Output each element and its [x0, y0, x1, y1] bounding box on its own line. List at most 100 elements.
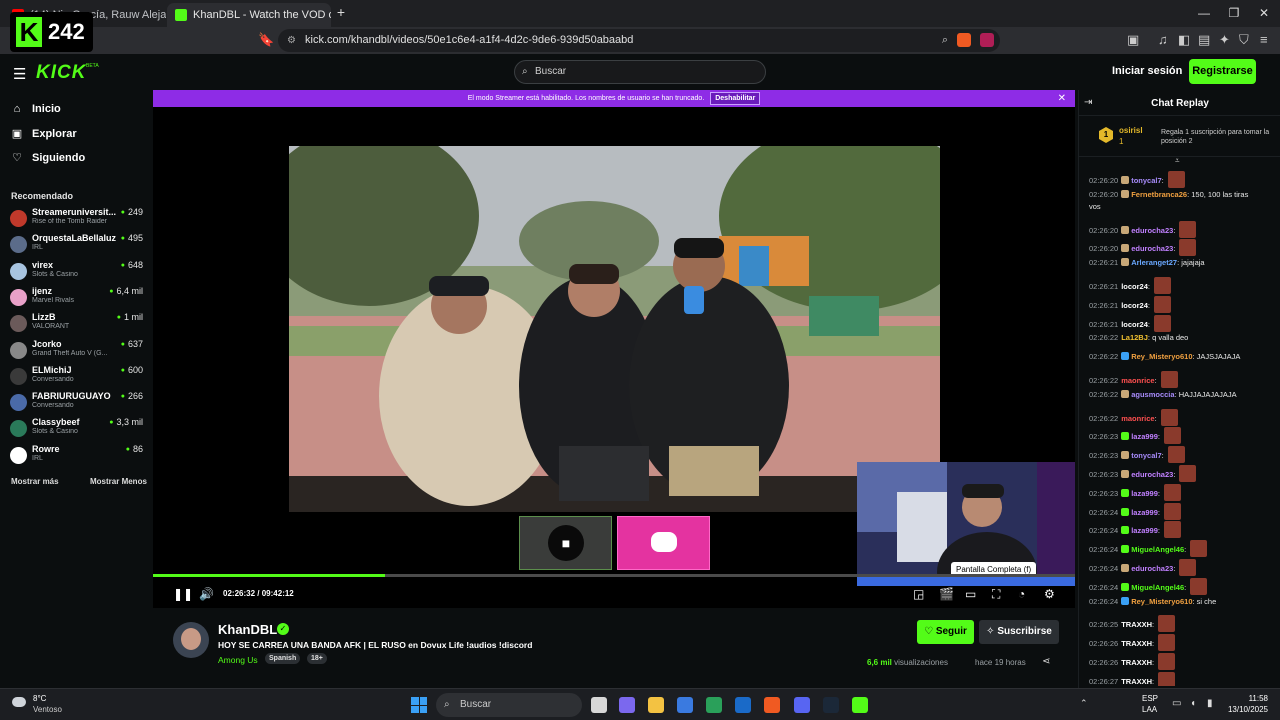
sidebar-channel[interactable]: FABRIURUGUAYOConversando 266 [10, 391, 147, 417]
pinned-text[interactable]: Regala 1 suscripción para tomar la posic… [1161, 128, 1273, 146]
message-username[interactable]: La12BJ [1121, 333, 1148, 342]
message-username[interactable]: laza999 [1131, 526, 1158, 535]
bookmark-icon[interactable]: 🔖 [258, 32, 274, 48]
theater-mode-icon[interactable]: ▭ [965, 587, 976, 601]
sidebar-item-explorar[interactable]: ▣ Explorar [11, 127, 77, 141]
volume-icon[interactable]: 🔊 [199, 587, 214, 601]
chat-message[interactable]: 02:26:24 MiguelAngel46: [1089, 540, 1277, 558]
copilot-icon[interactable] [619, 697, 635, 713]
message-username[interactable]: Rey_Misteryo610 [1131, 352, 1192, 361]
windows-start-icon[interactable] [411, 697, 427, 713]
vpn-icon[interactable]: ⛉ [1239, 32, 1249, 48]
login-button[interactable]: Iniciar sesión [1112, 65, 1182, 77]
brave-browser-icon[interactable] [764, 697, 780, 713]
weather-desc[interactable]: Ventoso [33, 705, 62, 714]
file-explorer-icon[interactable] [648, 697, 664, 713]
close-banner-icon[interactable]: ✕ [1058, 90, 1066, 107]
restore-icon[interactable]: ❐ [1224, 6, 1244, 20]
playback-speed-icon[interactable]: ◔ [1018, 587, 1025, 601]
weather-temp[interactable]: 8°C [33, 694, 46, 703]
chat-message[interactable]: 02:26:23 tonycal7: [1089, 446, 1277, 464]
chat-message[interactable]: 02:26:22 maonrice: [1089, 408, 1277, 426]
sidebar-channel[interactable]: ClassybeefSlots & Casino 3,3 mil [10, 417, 147, 443]
screenshot-icon[interactable]: ▣ [1127, 32, 1139, 48]
message-username[interactable]: laza999 [1131, 432, 1158, 441]
chat-message[interactable]: 02:26:21 locor24: [1089, 295, 1277, 313]
clock[interactable]: 11:58 [1226, 694, 1268, 703]
sidebar-channel[interactable]: LizzBVALORANT 1 mil [10, 312, 147, 338]
mini-player-icon[interactable]: ◲ [913, 587, 924, 601]
message-username[interactable]: MiguelAngel46 [1131, 545, 1184, 554]
show-less-button[interactable]: Mostrar Menos [90, 477, 147, 486]
tag-age[interactable]: 18+ [307, 653, 327, 664]
tray-chevron-icon[interactable]: ⌃ [1080, 698, 1088, 709]
chat-message[interactable]: 02:26:22 Rey_Misteryo610: JAJSJAJAJA [1089, 352, 1277, 362]
sidebar-channel[interactable]: RowreIRL 86 [10, 444, 147, 470]
message-username[interactable]: tonycal7 [1131, 176, 1161, 185]
share-icon[interactable]: ⋖ [1042, 656, 1050, 667]
xbox-icon[interactable] [706, 697, 722, 713]
streamer-avatar[interactable] [173, 622, 209, 658]
message-username[interactable]: Rey_Misteryo610 [1131, 597, 1192, 606]
chat-message[interactable]: 02:26:26 TRAXXH: [1089, 653, 1277, 670]
message-username[interactable]: laza999 [1131, 489, 1158, 498]
message-username[interactable]: edurocha23 [1131, 226, 1173, 235]
follow-button[interactable]: ♡ Seguir [917, 620, 974, 644]
chat-message[interactable]: 02:26:26 TRAXXH: [1089, 634, 1277, 652]
show-more-button[interactable]: Mostrar más [11, 477, 59, 486]
brave-rewards-icon[interactable] [980, 33, 994, 47]
message-username[interactable]: edurocha23 [1131, 564, 1173, 573]
sidebar-channel[interactable]: OrquestaLaBellaluzIRL 495 [10, 233, 147, 259]
browser-tab-kick[interactable]: KhanDBL - Watch the VOD o ✕ [167, 3, 331, 27]
clip-icon[interactable]: 🎬 [939, 587, 954, 601]
stream-category[interactable]: Among Us [218, 655, 258, 665]
sidebar-item-siguiendo[interactable]: ♡ Siguiendo [11, 151, 85, 165]
message-username[interactable]: TRAXXH [1121, 658, 1152, 667]
chat-message[interactable]: 02:26:27 TRAXXH: [1089, 671, 1277, 686]
message-username[interactable]: agusmoccia [1131, 390, 1174, 399]
streamer-name[interactable]: KhanDBL [218, 622, 277, 637]
chat-message[interactable]: 02:26:21 locor24: [1089, 314, 1277, 332]
register-button[interactable]: Registrarse [1189, 59, 1256, 84]
chat-message[interactable]: 02:26:24 edurocha23: [1089, 559, 1277, 576]
language-code[interactable]: ESP [1142, 694, 1158, 703]
sidebar-channel[interactable]: virexSlots & Casino 648 [10, 260, 147, 286]
video-player[interactable]: El modo Streamer está habilitado. Los no… [153, 90, 1075, 608]
store-icon[interactable] [677, 697, 693, 713]
chat-message[interactable]: 02:26:25 TRAXXH: [1089, 615, 1277, 633]
chat-message[interactable]: 02:26:22 maonrice: [1089, 371, 1277, 388]
new-tab-button[interactable]: + [331, 4, 351, 20]
message-username[interactable]: edurocha23 [1131, 244, 1173, 253]
scroll-down-icon[interactable]: ⩡ [1175, 156, 1180, 166]
message-username[interactable]: tonycal7 [1131, 451, 1161, 460]
steam-icon[interactable] [823, 697, 839, 713]
search-input[interactable]: ⌕ Buscar [514, 60, 766, 84]
chat-message[interactable]: 02:26:22 La12BJ: q valla deo [1089, 333, 1277, 343]
chat-message[interactable]: 02:26:24 laza999: [1089, 521, 1277, 539]
zoom-icon[interactable]: ⌕ [942, 29, 948, 52]
message-username[interactable]: TRAXXH [1121, 639, 1152, 648]
message-username[interactable]: TRAXXH [1121, 620, 1152, 629]
settings-gear-icon[interactable]: ⚙ [1044, 587, 1055, 601]
site-info-icon[interactable]: ⚙ [287, 29, 296, 52]
battery-icon[interactable]: ▮ [1207, 698, 1213, 709]
chat-message[interactable]: 02:26:20 tonycal7: [1089, 171, 1277, 188]
sidebar-channel[interactable]: ELMichiJConversando 600 [10, 365, 147, 391]
fullscreen-icon[interactable]: ⛶ [992, 587, 1000, 602]
chat-message[interactable]: 02:26:21 locor24: [1089, 277, 1277, 294]
sidebar-item-inicio[interactable]: ⌂ Inicio [11, 103, 61, 115]
taskbar-search[interactable]: ⌕ Buscar [436, 693, 582, 717]
progress-bar[interactable] [153, 574, 1075, 577]
minimize-icon[interactable]: — [1194, 6, 1214, 20]
media-icon[interactable]: ♫ [1158, 32, 1168, 47]
chat-message[interactable]: vos [1089, 202, 1277, 212]
chat-message[interactable]: 02:26:24 Rey_Misteryo610: si che [1089, 596, 1277, 607]
chat-message[interactable]: 02:26:23 edurocha23: [1089, 465, 1277, 482]
url-field[interactable]: ⚙ kick.com/khandbl/videos/50e1c6e4-a1f4-… [278, 29, 1000, 52]
kick-logo[interactable]: KICK [36, 62, 86, 84]
message-username[interactable]: locor24 [1121, 282, 1148, 291]
close-window-icon[interactable]: ✕ [1254, 6, 1274, 20]
hamburger-menu-icon[interactable]: ☰ [13, 65, 26, 83]
chat-message[interactable]: 02:26:20 edurocha23: [1089, 220, 1277, 238]
sidebar-channel[interactable]: Streameruniversit... Rise of the Tomb Rai… [10, 207, 147, 233]
